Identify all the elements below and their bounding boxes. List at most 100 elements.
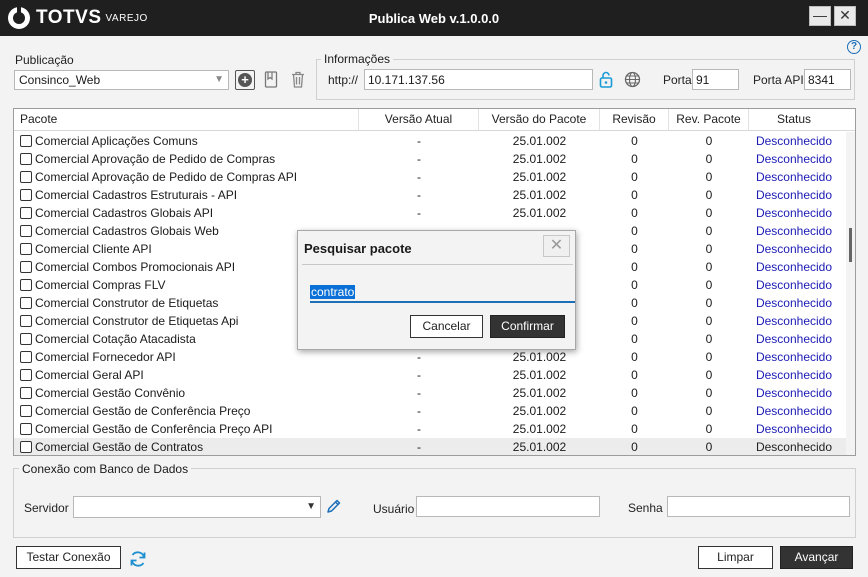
publicacao-value: Consinco_Web — [19, 73, 101, 87]
column-versao-pacote[interactable]: Versão do Pacote — [479, 109, 600, 130]
confirm-button[interactable]: Confirmar — [490, 315, 565, 338]
row-checkbox[interactable] — [20, 441, 32, 453]
cell-rev-pacote: 0 — [705, 170, 713, 184]
column-status[interactable]: Status — [749, 109, 839, 130]
cell-rev-pacote: 0 — [705, 296, 713, 310]
cell-status: Desconhecido — [755, 170, 833, 184]
avancar-button[interactable]: Avançar — [780, 546, 853, 569]
porta-input[interactable]: 91 — [692, 69, 739, 90]
row-checkbox[interactable] — [20, 171, 32, 183]
cell-status: Desconhecido — [755, 296, 833, 310]
cell-revisao: 0 — [631, 134, 638, 148]
close-icon[interactable]: ✕ — [543, 235, 570, 257]
row-checkbox[interactable] — [20, 387, 32, 399]
row-checkbox[interactable] — [20, 279, 32, 291]
cell-versao-pacote: 25.01.002 — [512, 422, 567, 436]
table-row[interactable]: Comercial Gestão Convênio - 25.01.002 0 0 Des… — [14, 384, 846, 402]
table-row[interactable]: Comercial Fornecedor API - 25.01.002 0 0 Desc… — [14, 348, 846, 366]
close-window-button[interactable]: ✕ — [834, 6, 856, 26]
row-checkbox[interactable] — [20, 261, 32, 273]
column-versao-atual[interactable]: Versão Atual — [359, 109, 479, 130]
cell-revisao: 0 — [631, 386, 638, 400]
cell-pacote: Comercial Cadastros Globais Web — [35, 224, 219, 238]
cell-status: Desconhecido — [755, 134, 833, 148]
senha-label: Senha — [628, 501, 663, 515]
cell-versao-pacote: 25.01.002 — [512, 350, 567, 364]
table-scrollbar[interactable] — [846, 132, 855, 455]
cell-versao-pacote: 25.01.002 — [512, 368, 567, 382]
row-checkbox[interactable] — [20, 135, 32, 147]
test-connection-button[interactable]: Testar Conexão — [16, 546, 121, 569]
table-row[interactable]: Comercial Aprovação de Pedido de Compras… — [14, 150, 846, 168]
minimize-button[interactable]: — — [809, 6, 831, 26]
column-rev-pacote[interactable]: Rev. Pacote — [669, 109, 749, 130]
cell-pacote: Comercial Gestão Convênio — [35, 386, 186, 400]
limpar-button[interactable]: Limpar — [698, 546, 773, 569]
delete-publicacao-button[interactable] — [291, 71, 305, 88]
host-input[interactable]: 10.171.137.56 — [364, 69, 593, 90]
row-checkbox[interactable] — [20, 351, 32, 363]
row-checkbox[interactable] — [20, 243, 32, 255]
porta-api-input[interactable]: 8341 — [804, 69, 851, 90]
cell-rev-pacote: 0 — [705, 134, 713, 148]
lock-icon — [599, 71, 613, 88]
column-pacote[interactable]: Pacote — [14, 109, 359, 130]
cell-revisao: 0 — [631, 188, 638, 202]
lock-button[interactable] — [598, 71, 614, 88]
column-revisao[interactable]: Revisão — [600, 109, 669, 130]
add-publicacao-button[interactable]: + — [235, 70, 255, 90]
cell-revisao: 0 — [631, 242, 638, 256]
edit-server-button[interactable] — [326, 498, 342, 514]
table-row[interactable]: Comercial Gestão de Contratos - 25.01.002 0… — [14, 438, 846, 455]
cell-rev-pacote: 0 — [705, 314, 713, 328]
servidor-select[interactable]: ▼ — [73, 496, 321, 518]
cell-revisao: 0 — [631, 206, 638, 220]
cell-status: Desconhecido — [755, 314, 833, 328]
row-checkbox[interactable] — [20, 405, 32, 417]
cell-pacote: Comercial Cotação Atacadista — [35, 332, 196, 346]
table-row[interactable]: Comercial Aplicações Comuns - 25.01.002 0 0 D… — [14, 132, 846, 150]
cell-versao-pacote: 25.01.002 — [512, 188, 567, 202]
row-checkbox[interactable] — [20, 153, 32, 165]
row-checkbox[interactable] — [20, 225, 32, 237]
row-checkbox[interactable] — [20, 423, 32, 435]
bookmark-button[interactable] — [264, 71, 278, 88]
cell-versao-pacote: 25.01.002 — [512, 440, 567, 454]
cell-revisao: 0 — [631, 224, 638, 238]
table-row[interactable]: Comercial Aprovação de Pedido de Compras… — [14, 168, 846, 186]
row-checkbox[interactable] — [20, 369, 32, 381]
row-checkbox[interactable] — [20, 207, 32, 219]
dialog-divider — [302, 264, 573, 265]
table-row[interactable]: Comercial Cadastros Estruturais - API - 25… — [14, 186, 846, 204]
cell-pacote: Comercial Gestão de Contratos — [35, 440, 204, 454]
usuario-label: Usuário — [373, 502, 415, 516]
dialog-title: Pesquisar pacote — [304, 241, 412, 256]
globe-button[interactable] — [623, 70, 641, 88]
table-row[interactable]: Comercial Gestão de Conferência Preço AP… — [14, 420, 846, 438]
cell-rev-pacote: 0 — [705, 206, 713, 220]
table-header: Pacote Versão Atual Versão do Pacote Rev… — [14, 109, 855, 131]
cell-pacote: Comercial Aplicações Comuns — [35, 134, 198, 148]
usuario-input[interactable] — [416, 496, 600, 517]
cell-status: Desconhecido — [755, 206, 833, 220]
porta-label: Porta — [663, 73, 692, 87]
cell-revisao: 0 — [631, 152, 638, 166]
table-row[interactable]: Comercial Cadastros Globais API - 25.01.00… — [14, 204, 846, 222]
senha-input[interactable] — [667, 496, 850, 517]
row-checkbox[interactable] — [20, 333, 32, 345]
cell-revisao: 0 — [631, 440, 638, 454]
scrollbar-thumb[interactable] — [849, 228, 852, 262]
row-checkbox[interactable] — [20, 315, 32, 327]
publicacao-select[interactable]: Consinco_Web ▼ — [14, 70, 229, 90]
table-row[interactable]: Comercial Gestão de Conferência Preço - 25… — [14, 402, 846, 420]
cell-versao-pacote: 25.01.002 — [512, 134, 567, 148]
cell-revisao: 0 — [631, 296, 638, 310]
table-row[interactable]: Comercial Geral API - 25.01.002 0 0 Desconhec… — [14, 366, 846, 384]
search-package-input[interactable]: contrato — [310, 285, 575, 303]
cancel-button[interactable]: Cancelar — [410, 315, 483, 338]
cell-rev-pacote: 0 — [705, 188, 713, 202]
row-checkbox[interactable] — [20, 189, 32, 201]
help-icon[interactable]: ? — [847, 40, 861, 54]
row-checkbox[interactable] — [20, 297, 32, 309]
refresh-button[interactable] — [128, 549, 148, 569]
